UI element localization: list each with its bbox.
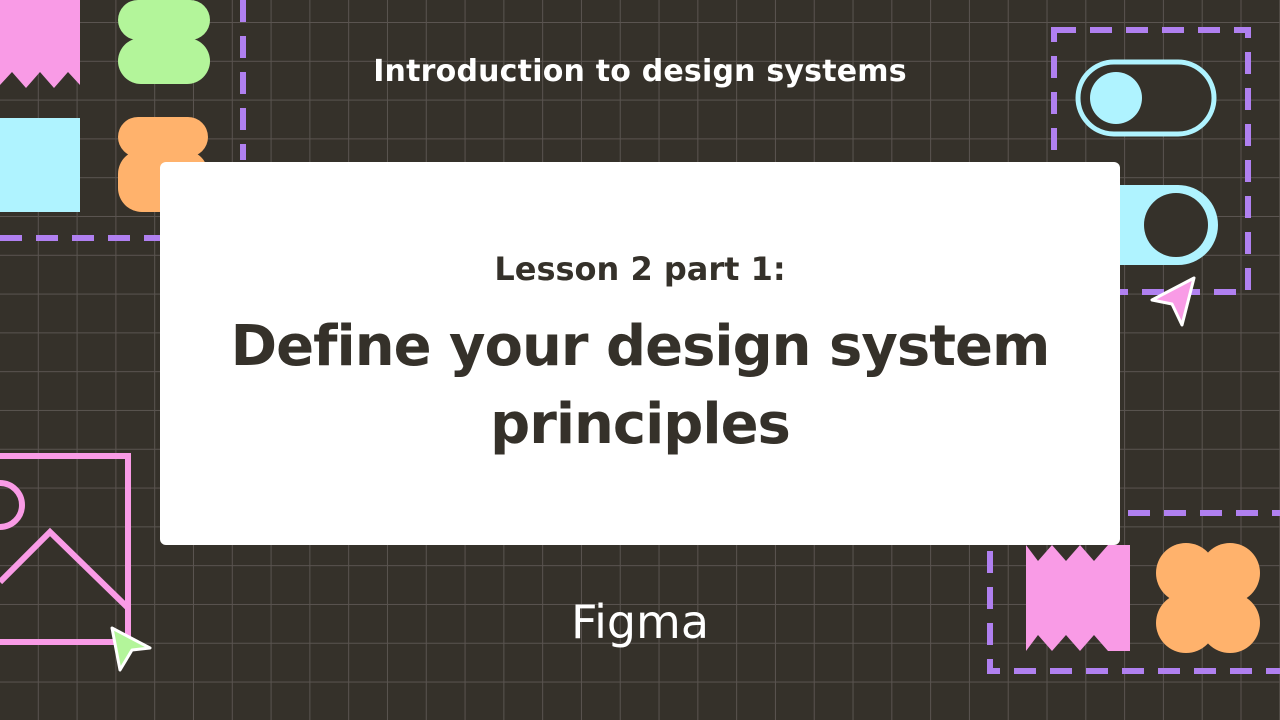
toggle-knob-off xyxy=(1144,193,1208,257)
lesson-card: Lesson 2 part 1: Define your design syst… xyxy=(160,162,1120,545)
image-sun-circle xyxy=(0,480,25,530)
lesson-label: Lesson 2 part 1: xyxy=(494,250,786,288)
cyan-square-shape xyxy=(0,118,80,212)
course-title: Introduction to design systems xyxy=(373,54,907,89)
lesson-title: Define your design system principles xyxy=(230,314,1051,457)
brand-logo-text: Figma xyxy=(570,595,710,649)
cursor-arrow-icon xyxy=(1150,276,1196,327)
bottom-left-decoration xyxy=(0,453,152,672)
green-blob-shape-top xyxy=(118,0,210,40)
